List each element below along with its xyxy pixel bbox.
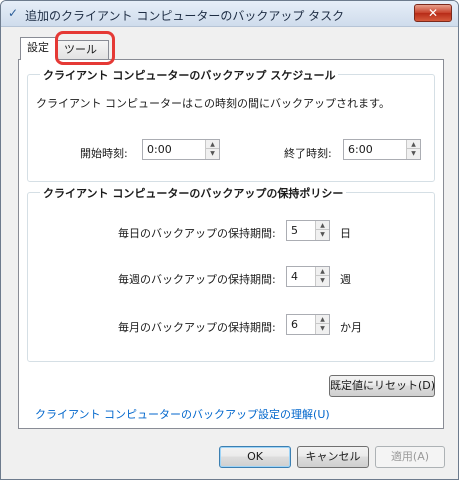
ok-button[interactable]: OK [219, 446, 291, 468]
monthly-retention-value: 6 [291, 318, 298, 331]
window-title: 追加のクライアント コンピューターのバックアップ タスク [25, 9, 345, 23]
monthly-retention-stepper[interactable]: 6 ▲ ▼ [286, 314, 330, 335]
schedule-group-title: クライアント コンピューターのバックアップ スケジュール [40, 67, 339, 83]
start-time-value: 0:00 [147, 143, 172, 156]
tab-tools[interactable]: ツール [57, 40, 109, 59]
weekly-up-button[interactable]: ▲ [316, 267, 329, 276]
weekly-retention-stepper[interactable]: 4 ▲ ▼ [286, 266, 330, 287]
monthly-up-button[interactable]: ▲ [316, 315, 329, 324]
start-time-up-button[interactable]: ▲ [206, 140, 219, 149]
weekly-down-button[interactable]: ▼ [316, 276, 329, 285]
daily-retention-value: 5 [291, 224, 298, 237]
reset-defaults-button[interactable]: 既定値にリセット(D) [329, 375, 435, 397]
close-button[interactable]: ✕ [414, 4, 452, 22]
checkmark-app-icon: ✓ [8, 6, 19, 20]
end-time-label: 終了時刻: [284, 147, 332, 160]
end-time-up-button[interactable]: ▲ [407, 140, 420, 149]
weekly-unit-label: 週 [340, 273, 351, 286]
dialog-window: ✓ 追加のクライアント コンピューターのバックアップ タスク ✕ 設定 ツール … [0, 0, 459, 480]
end-time-down-button[interactable]: ▼ [407, 149, 420, 158]
daily-retention-stepper[interactable]: 5 ▲ ▼ [286, 220, 330, 241]
apply-button[interactable]: 適用(A) [375, 446, 445, 468]
daily-retention-label: 毎日のバックアップの保持期間: [118, 227, 276, 240]
learn-backup-settings-link[interactable]: クライアント コンピューターのバックアップ設定の理解(U) [35, 406, 330, 422]
retention-group-title: クライアント コンピューターのバックアップの保持ポリシー [40, 185, 347, 201]
daily-down-button[interactable]: ▼ [316, 230, 329, 239]
end-time-stepper[interactable]: 6:00 ▲ ▼ [343, 139, 421, 160]
daily-spin-buttons: ▲ ▼ [315, 221, 329, 240]
tab-settings[interactable]: 設定 [20, 37, 57, 60]
monthly-spin-buttons: ▲ ▼ [315, 315, 329, 334]
close-icon: ✕ [427, 6, 439, 20]
schedule-description: クライアント コンピューターはこの時刻の間にバックアップされます。 [36, 97, 390, 110]
title-bar: ✓ 追加のクライアント コンピューターのバックアップ タスク ✕ [1, 1, 458, 27]
settings-panel: クライアント コンピューターのバックアップ スケジュール クライアント コンピュ… [18, 59, 444, 429]
daily-up-button[interactable]: ▲ [316, 221, 329, 230]
monthly-unit-label: か月 [340, 321, 362, 334]
weekly-spin-buttons: ▲ ▼ [315, 267, 329, 286]
monthly-down-button[interactable]: ▼ [316, 324, 329, 333]
schedule-group: クライアント コンピューターのバックアップ スケジュール クライアント コンピュ… [27, 67, 435, 182]
start-time-spin-buttons: ▲ ▼ [205, 140, 219, 159]
weekly-retention-label: 毎週のバックアップの保持期間: [118, 273, 276, 286]
monthly-retention-label: 毎月のバックアップの保持期間: [118, 321, 276, 334]
daily-unit-label: 日 [340, 227, 351, 240]
end-time-value: 6:00 [348, 143, 373, 156]
start-time-down-button[interactable]: ▼ [206, 149, 219, 158]
start-time-stepper[interactable]: 0:00 ▲ ▼ [142, 139, 220, 160]
retention-group: クライアント コンピューターのバックアップの保持ポリシー 毎日のバックアップの保… [27, 185, 435, 362]
end-time-spin-buttons: ▲ ▼ [406, 140, 420, 159]
weekly-retention-value: 4 [291, 270, 298, 283]
start-time-label: 開始時刻: [80, 147, 128, 160]
cancel-button[interactable]: キャンセル [297, 446, 369, 468]
